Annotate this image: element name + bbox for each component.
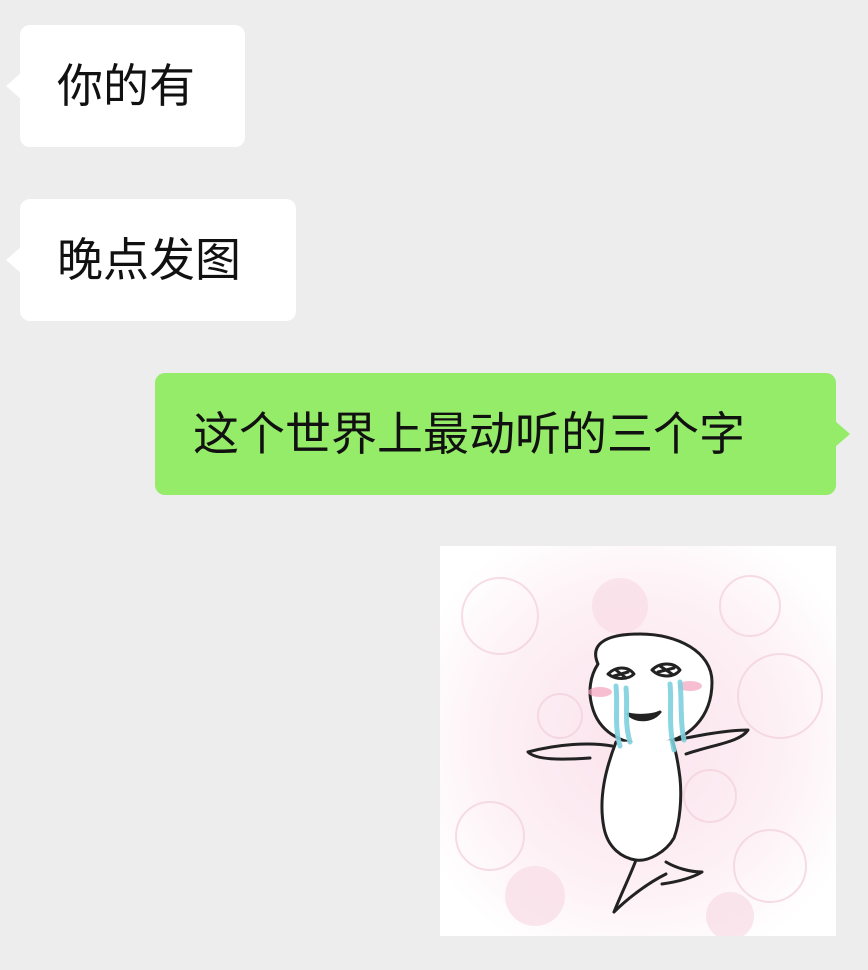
crying-meme-sticker-image [440, 546, 836, 936]
message-bubble-outgoing[interactable]: 这个世界上最动听的三个字 [155, 373, 850, 495]
bubble-tail [835, 421, 850, 447]
bubble-tail [6, 73, 21, 99]
sticker-message[interactable] [440, 546, 836, 936]
message-text: 你的有 [57, 59, 195, 113]
bubble-tail [6, 247, 21, 273]
message-bubble-incoming[interactable]: 晚点发图 [6, 199, 296, 321]
message-text: 这个世界上最动听的三个字 [193, 407, 745, 461]
message-text: 晚点发图 [57, 233, 241, 287]
message-bubble-incoming[interactable]: 你的有 [6, 25, 245, 147]
